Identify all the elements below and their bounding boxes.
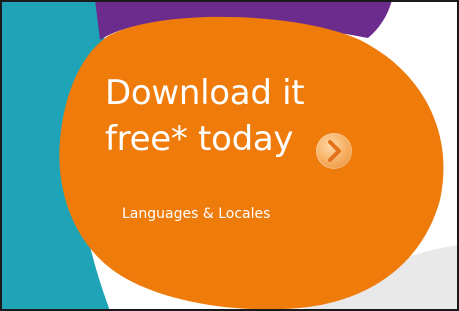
- headline-line-2[interactable]: free* today: [105, 116, 405, 162]
- headline-line-1[interactable]: Download it: [105, 70, 405, 116]
- chevron-right-icon: [328, 140, 341, 162]
- languages-locales-link[interactable]: Languages & Locales: [122, 205, 270, 223]
- promo-headline[interactable]: Download it free* today: [105, 70, 405, 162]
- orange-blob: [59, 16, 444, 310]
- promo-banner: Download it free* today Languages & Loca…: [0, 0, 459, 311]
- download-arrow-button[interactable]: [316, 133, 352, 169]
